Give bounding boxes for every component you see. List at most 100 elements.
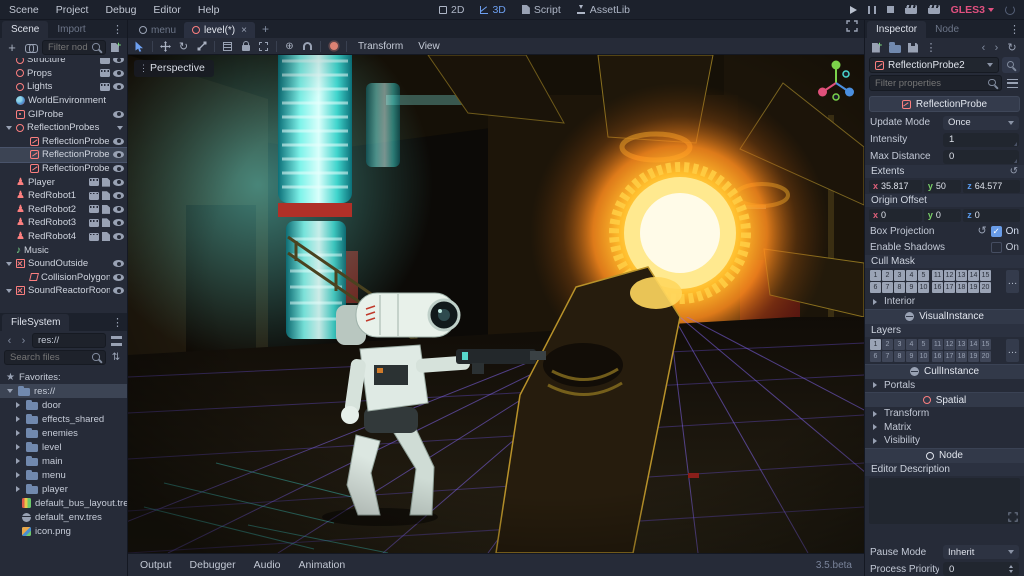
- mask-bit[interactable]: 5: [918, 270, 929, 281]
- tab-import[interactable]: Import: [48, 21, 94, 38]
- category-visualinstance[interactable]: VisualInstance: [865, 308, 1024, 324]
- lock-selected-button[interactable]: [237, 39, 254, 53]
- expander-icon[interactable]: [5, 261, 13, 266]
- layer-bit[interactable]: 20: [980, 350, 991, 362]
- tree-node-reflectionprobe1[interactable]: ReflectionProbe1: [0, 135, 127, 149]
- file-row-menu[interactable]: menu: [0, 468, 127, 482]
- category-cullinstance[interactable]: CullInstance: [865, 363, 1024, 379]
- renderer-dropdown[interactable]: GLES3: [951, 4, 994, 16]
- list-select-button[interactable]: [219, 39, 236, 53]
- search-files-input[interactable]: [4, 350, 106, 365]
- script-icon[interactable]: [102, 191, 110, 201]
- tree-node-player[interactable]: ♟ Player: [0, 175, 127, 189]
- layer-bit[interactable]: 14: [968, 338, 979, 350]
- file-row-icon-png[interactable]: icon.png: [0, 524, 127, 538]
- history-forward-button[interactable]: ›: [991, 42, 1002, 54]
- play-scene-button[interactable]: [904, 5, 917, 14]
- stop-button[interactable]: [886, 6, 894, 13]
- tree-node-collisionpolygon[interactable]: CollisionPolygon: [0, 271, 127, 285]
- view-menu[interactable]: View: [411, 41, 447, 52]
- file-row-default-bus-layout[interactable]: default_bus_layout.tres: [0, 496, 127, 510]
- mask-bit[interactable]: 2: [882, 270, 893, 281]
- dock-menu-icon[interactable]: ⋮: [112, 316, 123, 329]
- menu-editor[interactable]: Editor: [153, 4, 180, 16]
- layer-bit[interactable]: 12: [944, 338, 955, 350]
- mode-3d-button[interactable]: 3D: [480, 4, 506, 16]
- instanced-scene-icon[interactable]: [89, 218, 99, 227]
- move-tool-button[interactable]: [157, 39, 174, 53]
- mode-2d-button[interactable]: 2D: [439, 4, 464, 16]
- tree-node-structure[interactable]: Structure: [0, 58, 127, 67]
- visibility-toggle-icon[interactable]: [113, 219, 124, 227]
- mode-script-button[interactable]: Script: [521, 4, 561, 16]
- toggle-split-mode-button[interactable]: [109, 333, 123, 348]
- visibility-toggle-icon[interactable]: [113, 58, 124, 64]
- file-row-enemies[interactable]: enemies: [0, 426, 127, 440]
- axis-gizmo[interactable]: [812, 57, 860, 105]
- close-icon[interactable]: ×: [241, 25, 247, 36]
- mask-bit[interactable]: 13: [956, 270, 967, 281]
- script-icon[interactable]: [102, 177, 110, 187]
- tree-node-reflectionprobes[interactable]: ReflectionProbes: [0, 121, 127, 135]
- select-tool-button[interactable]: [131, 39, 148, 53]
- layer-bit[interactable]: 1: [870, 338, 881, 350]
- visibility-toggle-icon[interactable]: [113, 110, 124, 118]
- instanced-scene-icon[interactable]: [89, 205, 99, 214]
- menu-debug[interactable]: Debug: [105, 4, 136, 16]
- mask-options-button[interactable]: …: [1006, 270, 1019, 293]
- file-row-player[interactable]: player: [0, 482, 127, 496]
- mode-assetlib-button[interactable]: AssetLib: [576, 4, 630, 16]
- tree-node-props[interactable]: Props: [0, 67, 127, 81]
- transform-menu[interactable]: Transform: [351, 41, 410, 52]
- visibility-toggle-icon[interactable]: [113, 69, 124, 77]
- mask-bit[interactable]: 1: [870, 270, 881, 281]
- expand-children-icon[interactable]: [116, 125, 124, 130]
- save-resource-button[interactable]: [905, 40, 921, 55]
- perspective-menu[interactable]: ⋮ Perspective: [134, 60, 214, 77]
- tab-filesystem[interactable]: FileSystem: [2, 314, 70, 331]
- layer-bit[interactable]: 2: [882, 338, 893, 350]
- expander-icon[interactable]: [14, 486, 22, 492]
- scale-tool-button[interactable]: [193, 39, 210, 53]
- resource-extra-button[interactable]: ⋮: [923, 40, 939, 55]
- spin-arrows-icon[interactable]: [1009, 565, 1013, 573]
- instanced-scene-icon[interactable]: [100, 82, 110, 91]
- tab-inspector[interactable]: Inspector: [867, 21, 927, 38]
- mask-bit[interactable]: 10: [918, 282, 929, 293]
- origin-z-field[interactable]: z0: [963, 208, 1020, 222]
- load-resource-button[interactable]: [887, 40, 903, 55]
- layer-bit[interactable]: 19: [968, 350, 979, 362]
- distraction-free-button[interactable]: [846, 20, 858, 35]
- property-tools-button[interactable]: [1005, 76, 1020, 91]
- intensity-field[interactable]: 1: [943, 132, 1019, 147]
- edited-object-selector[interactable]: ReflectionProbe2: [869, 57, 999, 73]
- dock-menu-icon[interactable]: ⋮: [1009, 23, 1020, 36]
- enable-shadows-checkbox[interactable]: ✓: [990, 241, 1002, 253]
- attach-script-button[interactable]: +: [109, 40, 123, 55]
- visibility-toggle-icon[interactable]: [113, 178, 124, 186]
- mask-bit[interactable]: 4: [906, 270, 917, 281]
- class-header-reflectionprobe[interactable]: ReflectionProbe: [869, 96, 1020, 112]
- mask-bit[interactable]: 11: [932, 270, 943, 281]
- layer-bit[interactable]: 11: [932, 338, 943, 350]
- layer-bit[interactable]: 8: [894, 350, 905, 362]
- file-row-door[interactable]: door: [0, 398, 127, 412]
- filter-nodes-input[interactable]: [42, 40, 106, 55]
- expander-icon[interactable]: [14, 402, 22, 408]
- visibility-toggle-icon[interactable]: [113, 192, 124, 200]
- file-row-main[interactable]: main: [0, 454, 127, 468]
- new-resource-button[interactable]: +: [869, 40, 885, 55]
- tree-node-reflectionprobe2[interactable]: ReflectionProbe2: [0, 147, 127, 163]
- layer-bit[interactable]: 18: [956, 350, 967, 362]
- filter-properties-input[interactable]: [869, 75, 1002, 91]
- instanced-scene-icon[interactable]: [100, 69, 110, 78]
- box-projection-checkbox[interactable]: ✓: [990, 225, 1002, 237]
- mask-bit[interactable]: 3: [894, 270, 905, 281]
- visibility-toggle-icon[interactable]: [113, 287, 124, 295]
- tree-node-redrobot1[interactable]: ♟ RedRobot1: [0, 189, 127, 203]
- tree-node-music[interactable]: ♪ Music: [0, 243, 127, 257]
- layer-bit[interactable]: 10: [918, 350, 929, 362]
- process-priority-field[interactable]: 0: [943, 562, 1019, 576]
- history-back-button[interactable]: ‹: [978, 42, 989, 54]
- bottom-tab-output[interactable]: Output: [140, 559, 172, 571]
